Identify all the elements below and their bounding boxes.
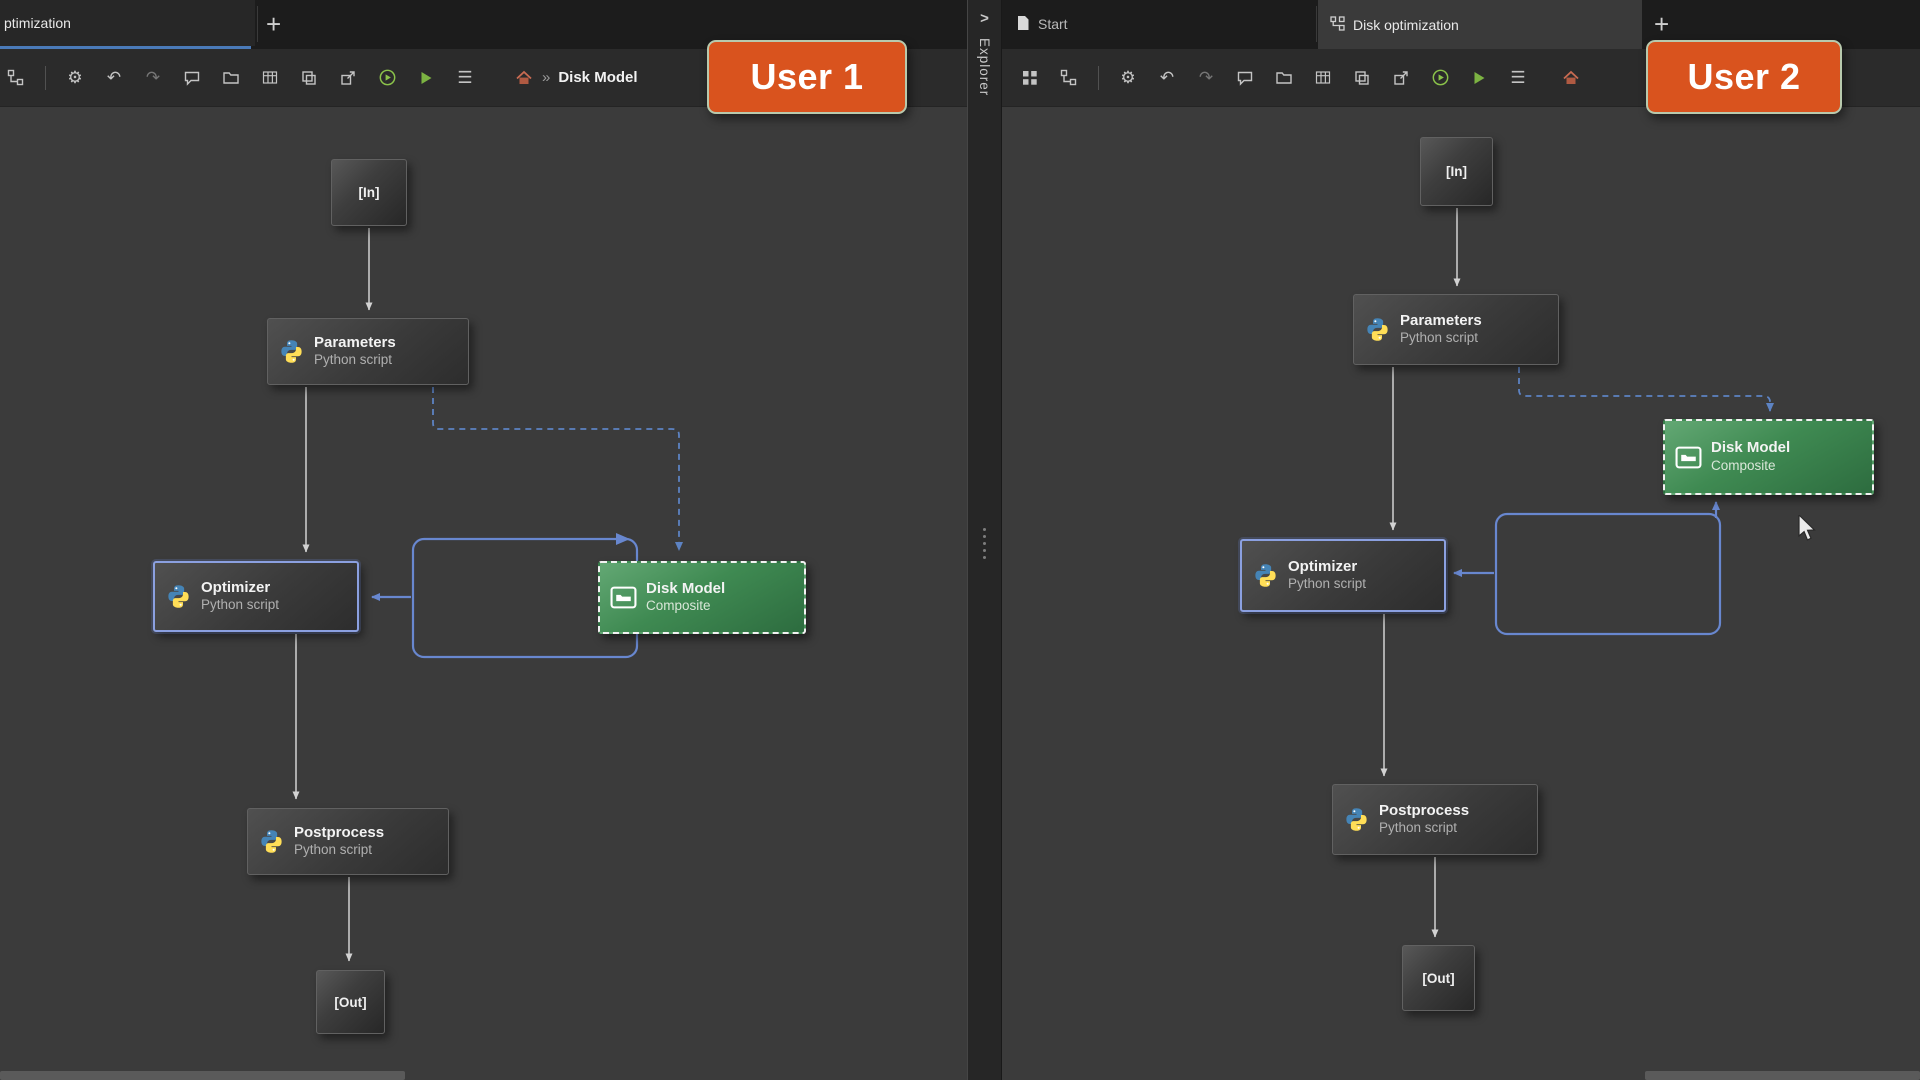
node-out-label: [Out] [1422,971,1454,986]
document-icon [1016,15,1030,34]
python-icon [1343,806,1370,833]
node-title: Optimizer [1288,558,1366,577]
user1-badge: User 1 [707,40,907,114]
node-disk-model[interactable]: Disk ModelComposite [1663,419,1874,495]
undo-icon[interactable]: ↶ [104,68,124,88]
redo-icon[interactable]: ↷ [1196,68,1216,88]
node-title: Postprocess [294,824,384,843]
wire-layer-left [0,0,967,1080]
toolbar-separator [45,66,46,90]
node-subtitle: Python script [1400,330,1482,347]
python-icon [1252,562,1279,589]
python-icon [258,828,285,855]
node-in-label: [In] [359,185,380,200]
explorer-panel-label[interactable]: Explorer [977,38,992,96]
editor-pane-user2: Start Disk optimization + ⚙ ↶ ↷ [1002,0,1920,1080]
composite-icon [610,586,637,609]
node-parameters[interactable]: ParametersPython script [1353,294,1559,365]
copy-icon[interactable] [299,68,319,88]
play-icon[interactable] [416,68,436,88]
node-optimizer[interactable]: OptimizerPython script [1240,539,1446,612]
run-settings-icon[interactable] [377,68,397,88]
tab-disk-optimization-left[interactable]: ptimization [0,0,255,46]
breadcrumb-title: Disk Model [558,69,637,86]
workspace: ptimization + ⚙ ↶ ↷ [0,0,1920,1080]
node-title: Disk Model [646,580,725,599]
tab-label: Start [1038,16,1068,32]
node-optimizer[interactable]: OptimizerPython script [153,561,359,632]
expand-panel-chevron-icon[interactable]: > [968,10,1001,27]
editor-pane-user1: ptimization + ⚙ ↶ ↷ [0,0,967,1080]
horizontal-scrollbar-thumb[interactable] [0,1071,405,1080]
tree-icon[interactable] [1059,68,1079,88]
node-subtitle: Python script [294,842,384,859]
node-subtitle: Python script [201,597,279,614]
tab-label: Disk optimization [1353,17,1459,33]
tree-icon[interactable] [6,68,26,88]
splitter-handle[interactable] [968,524,1001,563]
node-in[interactable]: [In] [331,159,407,226]
redo-icon[interactable]: ↷ [143,68,163,88]
node-subtitle: Python script [314,352,396,369]
new-tab-button[interactable]: + [266,0,281,49]
undo-icon[interactable]: ↶ [1157,68,1177,88]
node-in-label: [In] [1446,164,1467,179]
python-icon [1364,316,1391,343]
node-parameters[interactable]: ParametersPython script [267,318,469,385]
node-disk-model[interactable]: Disk ModelComposite [598,561,806,634]
workflow-icon [1330,16,1345,34]
node-subtitle: Composite [646,598,725,615]
comment-icon[interactable] [1235,68,1255,88]
export-icon[interactable] [338,68,358,88]
node-subtitle: Python script [1379,820,1469,837]
folder-icon[interactable] [1274,68,1294,88]
node-title: Postprocess [1379,802,1469,821]
copy-icon[interactable] [1352,68,1372,88]
dashboard-icon[interactable] [1020,68,1040,88]
grid-icon[interactable] [1313,68,1333,88]
user2-badge: User 2 [1646,40,1842,114]
node-postprocess[interactable]: PostprocessPython script [1332,784,1538,855]
horizontal-scrollbar-thumb[interactable] [1645,1071,1920,1080]
node-title: Disk Model [1711,439,1790,458]
node-subtitle: Python script [1288,576,1366,593]
node-title: Optimizer [201,579,279,598]
tab-label: ptimization [4,15,71,31]
tab-separator [257,6,258,42]
node-out[interactable]: [Out] [316,970,385,1034]
gear-icon[interactable]: ⚙ [1118,68,1138,88]
python-icon [278,338,305,365]
node-title: Parameters [1400,312,1482,331]
comment-icon[interactable] [182,68,202,88]
node-postprocess[interactable]: PostprocessPython script [247,808,449,875]
breadcrumb: » Disk Model [514,68,638,88]
tab-separator [1316,6,1317,42]
gear-icon[interactable]: ⚙ [65,68,85,88]
node-out-label: [Out] [334,995,366,1010]
tab-start[interactable]: Start [1002,0,1316,48]
menu-icon[interactable]: ☰ [1508,68,1528,88]
composite-icon [1675,446,1702,469]
toolbar-separator [1098,66,1099,90]
pane-splitter[interactable]: > Explorer [967,0,1002,1080]
grid-icon[interactable] [260,68,280,88]
play-icon[interactable] [1469,68,1489,88]
mouse-cursor [1797,515,1816,547]
folder-icon[interactable] [221,68,241,88]
node-subtitle: Composite [1711,458,1790,475]
export-icon[interactable] [1391,68,1411,88]
run-settings-icon[interactable] [1430,68,1450,88]
breadcrumb-separator: » [542,69,550,86]
tab-disk-optimization[interactable]: Disk optimization [1318,0,1642,49]
python-icon [165,583,192,610]
home-icon[interactable] [1561,68,1581,88]
menu-icon[interactable]: ☰ [455,68,475,88]
node-title: Parameters [314,334,396,353]
node-out[interactable]: [Out] [1402,945,1475,1011]
home-icon[interactable] [514,68,534,88]
node-in[interactable]: [In] [1420,137,1493,206]
